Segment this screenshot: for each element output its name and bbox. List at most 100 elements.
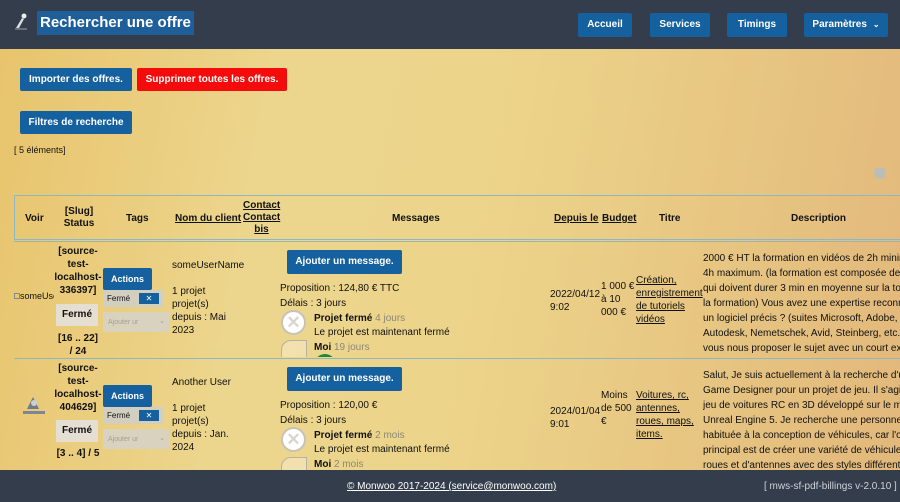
desc-line: un logiciel précis ? (suites Microsoft, … xyxy=(703,313,898,324)
close-icon[interactable]: ✕ xyxy=(139,293,159,304)
table-header: Voir [Slug] Status Tags Nom du client Co… xyxy=(14,195,900,240)
budget-line: € xyxy=(601,416,607,427)
header-slug-line1: [Slug] xyxy=(64,206,94,217)
client-line: Another User xyxy=(172,377,231,388)
client-line: projet(s) xyxy=(172,299,209,310)
range-cell: [16 .. 22] / 24 xyxy=(54,332,102,357)
status-button[interactable]: Fermé xyxy=(56,420,98,442)
delay-text: Délais : 3 jours xyxy=(280,415,347,426)
offer-title-link[interactable]: Création, enregistrement de tutoriels vi… xyxy=(636,274,706,326)
budget-cell: 1 000 € à 10 000 € xyxy=(601,280,637,319)
actions-button[interactable]: Actions xyxy=(103,268,152,290)
header-description[interactable]: Description xyxy=(791,213,846,225)
client-line xyxy=(172,389,252,402)
range-line: [16 .. 22] xyxy=(57,333,99,344)
header-voir[interactable]: Voir xyxy=(25,213,44,225)
budget-line: à 10 xyxy=(601,294,621,305)
moi-line: Moi 2 mois xyxy=(314,458,363,470)
title-line: vidéos xyxy=(636,314,665,325)
desc-line: 2000 € HT la formation en vidéos de 2h m… xyxy=(703,253,900,264)
header-contact-line1: Contact xyxy=(243,200,281,211)
actions-button[interactable]: Actions xyxy=(103,385,152,407)
event-title: Projet fermé xyxy=(314,430,373,441)
tag-label: Fermé xyxy=(107,294,131,303)
title-line: antennes, xyxy=(636,403,680,414)
avatar-alt-text: someUse xyxy=(20,291,54,301)
desc-line: jeu de voitures RC en 3D développé sur l… xyxy=(703,400,900,411)
budget-line: Moins xyxy=(601,390,628,401)
delete-all-offers-button[interactable]: Supprimer toutes les offres. xyxy=(137,68,287,91)
header-title[interactable]: Titre xyxy=(659,213,681,225)
date-line: 9:02 xyxy=(550,302,570,313)
event-title: Projet fermé xyxy=(314,313,373,324)
import-offers-button[interactable]: Importer des offres. xyxy=(20,68,132,91)
search-filters-button[interactable]: Filtres de recherche xyxy=(20,111,132,134)
header-slug-line2: Status xyxy=(63,218,95,229)
chevron-down-icon: ⌄ xyxy=(159,318,165,325)
date-cell: 2024/01/04 9:01 xyxy=(550,405,600,431)
client-cell: Another User 1 projet projet(s) depuis :… xyxy=(172,376,252,454)
top-navbar: Rechercher une offre Accueil Services Ti… xyxy=(0,0,900,49)
avatar-icon xyxy=(281,457,307,470)
app-logo-icon[interactable] xyxy=(13,12,29,30)
description-cell: Salut, Je suis actuellement à la recherc… xyxy=(703,368,900,470)
footer: © Monwoo 2017-2024 (service@monwoo.com) … xyxy=(0,470,900,502)
tag-label: Fermé xyxy=(107,411,131,420)
nav-services-button[interactable]: Services xyxy=(650,13,710,37)
nav-timings-button[interactable]: Timings xyxy=(727,13,787,37)
slug-line: [source- xyxy=(58,246,98,257)
header-contact[interactable]: Contact Contact bis xyxy=(243,200,280,236)
header-contact-line2: Contact xyxy=(243,212,281,223)
event-header: Projet fermé 4 jours xyxy=(314,312,405,325)
close-icon: ✕ xyxy=(281,310,306,335)
desc-line: Unreal Engine 5. Je recherche une person… xyxy=(703,415,900,426)
chevron-down-icon: ⌄ xyxy=(872,20,880,29)
moi-time: 2 mois xyxy=(334,459,364,470)
user-avatar xyxy=(314,354,336,357)
client-line: depuis : Jan. xyxy=(172,429,229,440)
header-since[interactable]: Depuis le xyxy=(554,213,598,225)
budget-cell: Moins de 500 € xyxy=(601,389,637,428)
client-cell: someUserName 1 projet projet(s) depuis :… xyxy=(172,259,252,337)
tag-chip: Fermé ✕ xyxy=(103,290,163,307)
delay-text: Délais : 3 jours xyxy=(280,298,347,309)
scroll-indicator[interactable] xyxy=(874,167,886,179)
table-row: [source- test- localhost- 404629] Fermé … xyxy=(14,358,900,470)
version-label: [ mws-sf-pdf-billings v-2.0.10 ] xyxy=(764,481,897,492)
nav-settings-label: Paramètres xyxy=(812,19,867,30)
avatar[interactable]: someUse xyxy=(14,290,54,303)
event-text: Le projet est maintenant fermé xyxy=(314,327,450,338)
title-line: items. xyxy=(636,429,663,440)
proposition-text: Proposition : 124,80 € TTC xyxy=(280,283,400,294)
budget-line: 000 € xyxy=(601,307,627,318)
status-button[interactable]: Fermé xyxy=(56,304,98,326)
header-messages[interactable]: Messages xyxy=(392,213,440,225)
copyright-link[interactable]: © Monwoo 2017-2024 (service@monwoo.com) xyxy=(347,481,556,492)
header-slug-status[interactable]: [Slug] Status xyxy=(59,206,99,230)
header-tags[interactable]: Tags xyxy=(126,213,149,225)
slug-cell: [source- test- localhost- 404629] xyxy=(54,362,102,414)
close-icon[interactable]: ✕ xyxy=(139,410,159,421)
nav-settings-dropdown[interactable]: Paramètres ⌄ xyxy=(804,13,888,37)
title-line: enregistrement xyxy=(636,288,703,299)
desc-line: roues et d'antennes avec des styles diff… xyxy=(703,460,900,470)
date-cell: 2022/04/12 9:02 xyxy=(550,288,600,314)
desc-line: vous nous proposer le sujet avec un cour… xyxy=(703,343,900,354)
add-message-button[interactable]: Ajouter un message. xyxy=(287,367,402,391)
add-message-button[interactable]: Ajouter un message. xyxy=(287,250,402,274)
main-content: Importer des offres. Supprimer toutes le… xyxy=(0,49,900,470)
desc-line: Autodesk, Nemetschek, Avid, Steinberg, e… xyxy=(703,328,900,339)
desc-line: la formation) Vous avez une expertise re… xyxy=(703,298,900,309)
range-cell: [3 .. 4] / 5 xyxy=(54,447,102,460)
offer-title-link[interactable]: Voitures, rc, antennes, roues, maps, ite… xyxy=(636,389,706,441)
moi-line: Moi 19 jours xyxy=(314,341,370,354)
nav-home-button[interactable]: Accueil xyxy=(578,13,632,37)
slug-line: test- xyxy=(67,376,89,387)
result-count: [ 5 éléments] xyxy=(14,145,66,155)
header-budget[interactable]: Budget xyxy=(602,213,636,225)
add-tag-select[interactable]: Ajouter ur ⌄ xyxy=(103,312,169,332)
avatar-icon[interactable] xyxy=(19,389,49,419)
header-client-name[interactable]: Nom du client xyxy=(175,213,241,225)
add-tag-select[interactable]: Ajouter ur ⌄ xyxy=(103,429,169,449)
desc-line: Salut, Je suis actuellement à la recherc… xyxy=(703,370,900,381)
